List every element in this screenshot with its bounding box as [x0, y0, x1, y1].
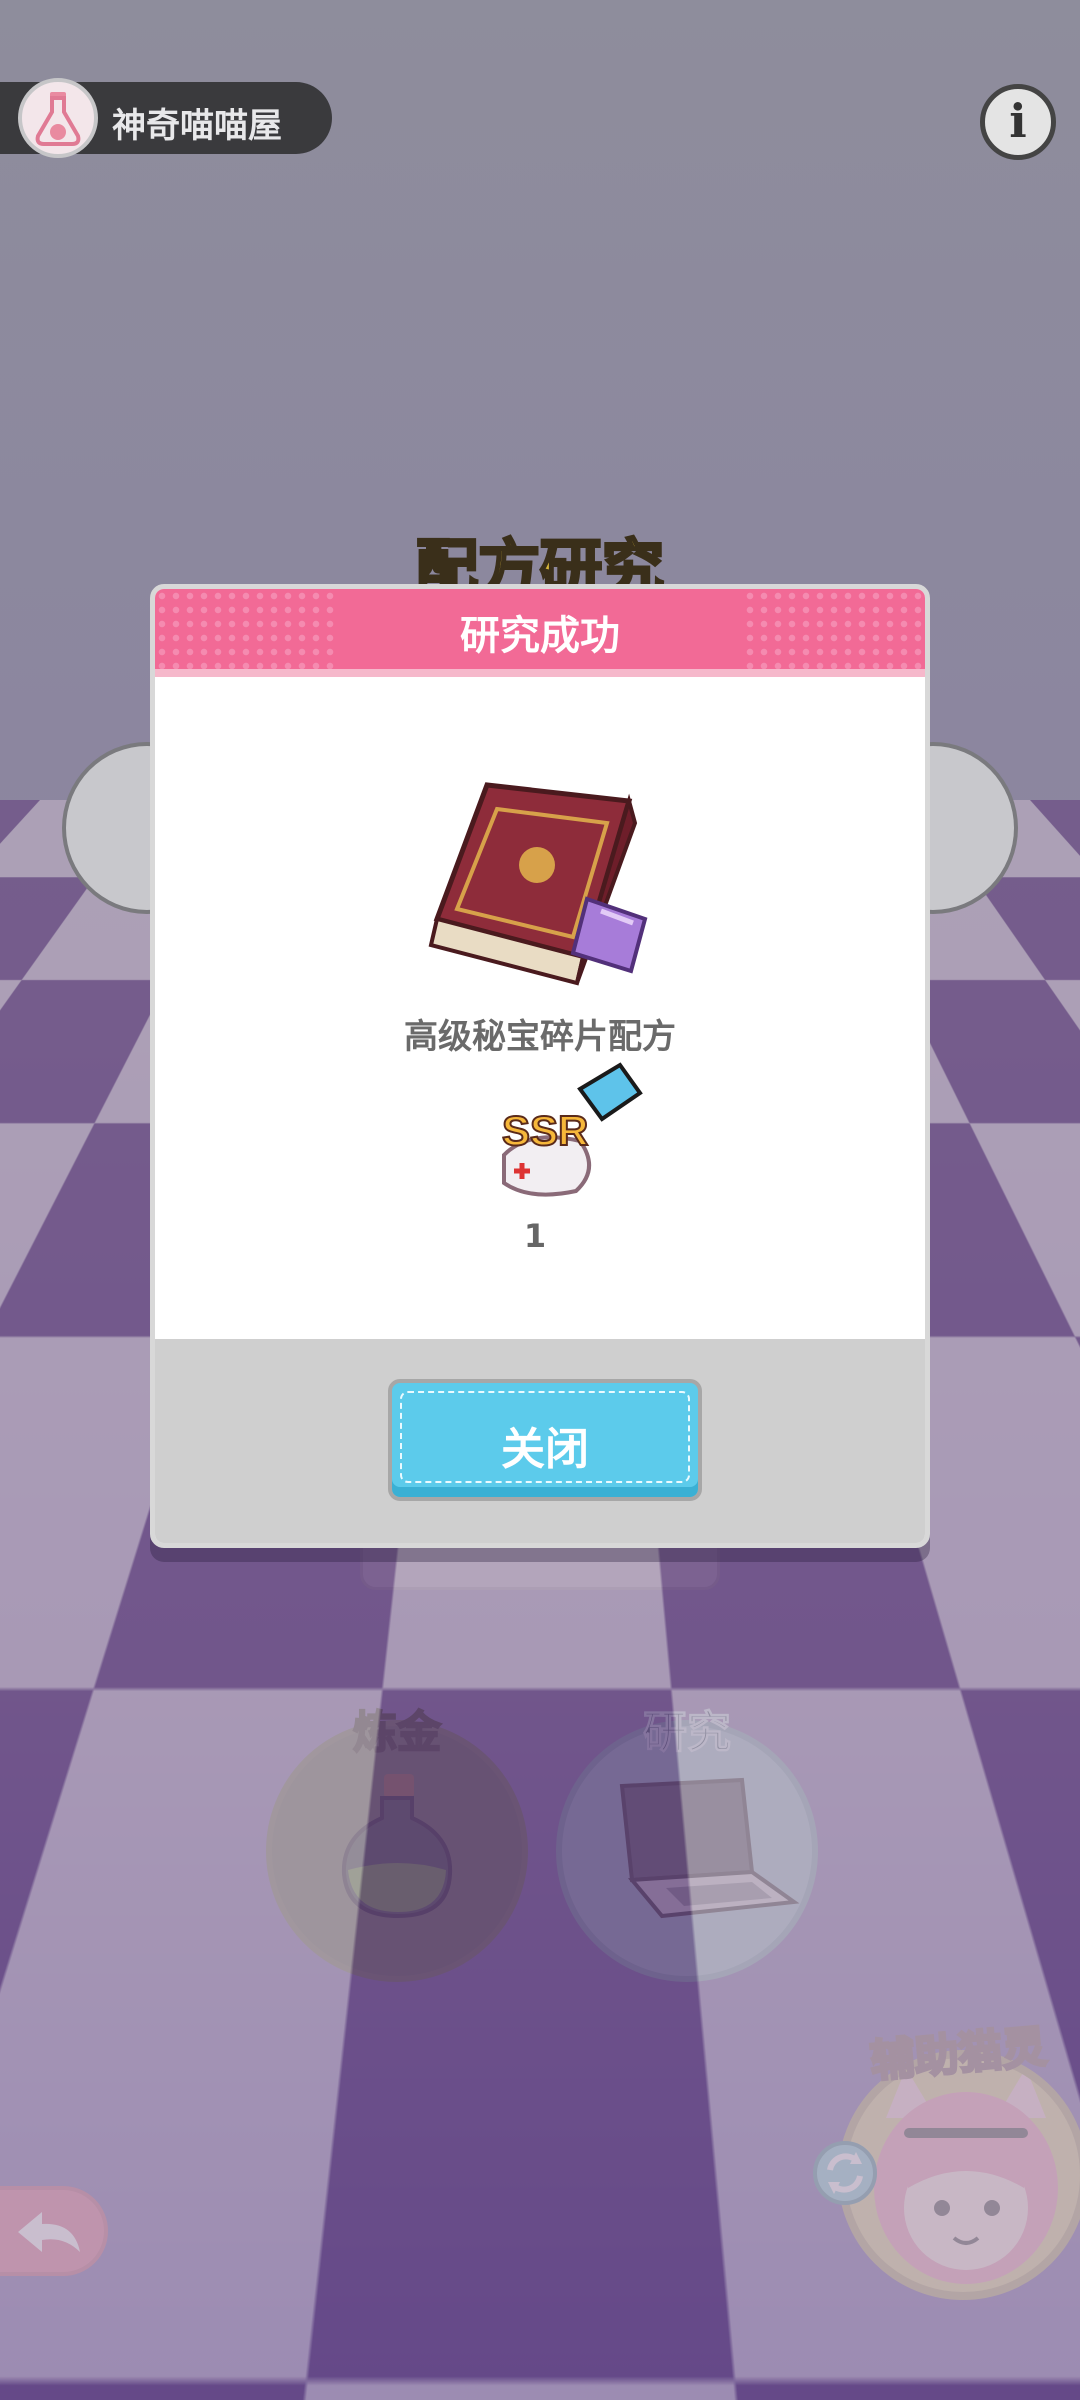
swap-icon[interactable]: [812, 2140, 878, 2206]
recipe-book-icon: [417, 779, 667, 999]
reward-name: 高级秘宝碎片配方: [155, 1009, 925, 1058]
cat-girl-portrait: [846, 2058, 1080, 2298]
dialog-title: 研究成功: [155, 603, 925, 661]
flask-icon: [18, 78, 98, 158]
back-arrow-icon: [14, 2208, 84, 2260]
alchemy-label: 炼金: [266, 1696, 528, 1760]
laptop-icon: [592, 1776, 802, 1936]
result-dialog: 研究成功 高级秘宝碎片配方 SSR 1 关闭: [150, 584, 930, 1548]
close-button-label: 关闭: [392, 1413, 698, 1477]
research-label: 研究: [556, 1696, 818, 1760]
close-button[interactable]: 关闭: [388, 1379, 702, 1501]
back-button[interactable]: [0, 2186, 108, 2276]
ssr-badge: SSR: [502, 1107, 588, 1154]
info-button[interactable]: i: [980, 84, 1056, 160]
location-label: 神奇喵喵屋: [112, 98, 282, 147]
potion-bottle-icon: [332, 1766, 462, 1926]
ssr-scroll-icon: SSR: [490, 1059, 650, 1209]
reward-count: 1: [510, 1217, 560, 1255]
location-pill[interactable]: 神奇喵喵屋: [0, 82, 332, 154]
